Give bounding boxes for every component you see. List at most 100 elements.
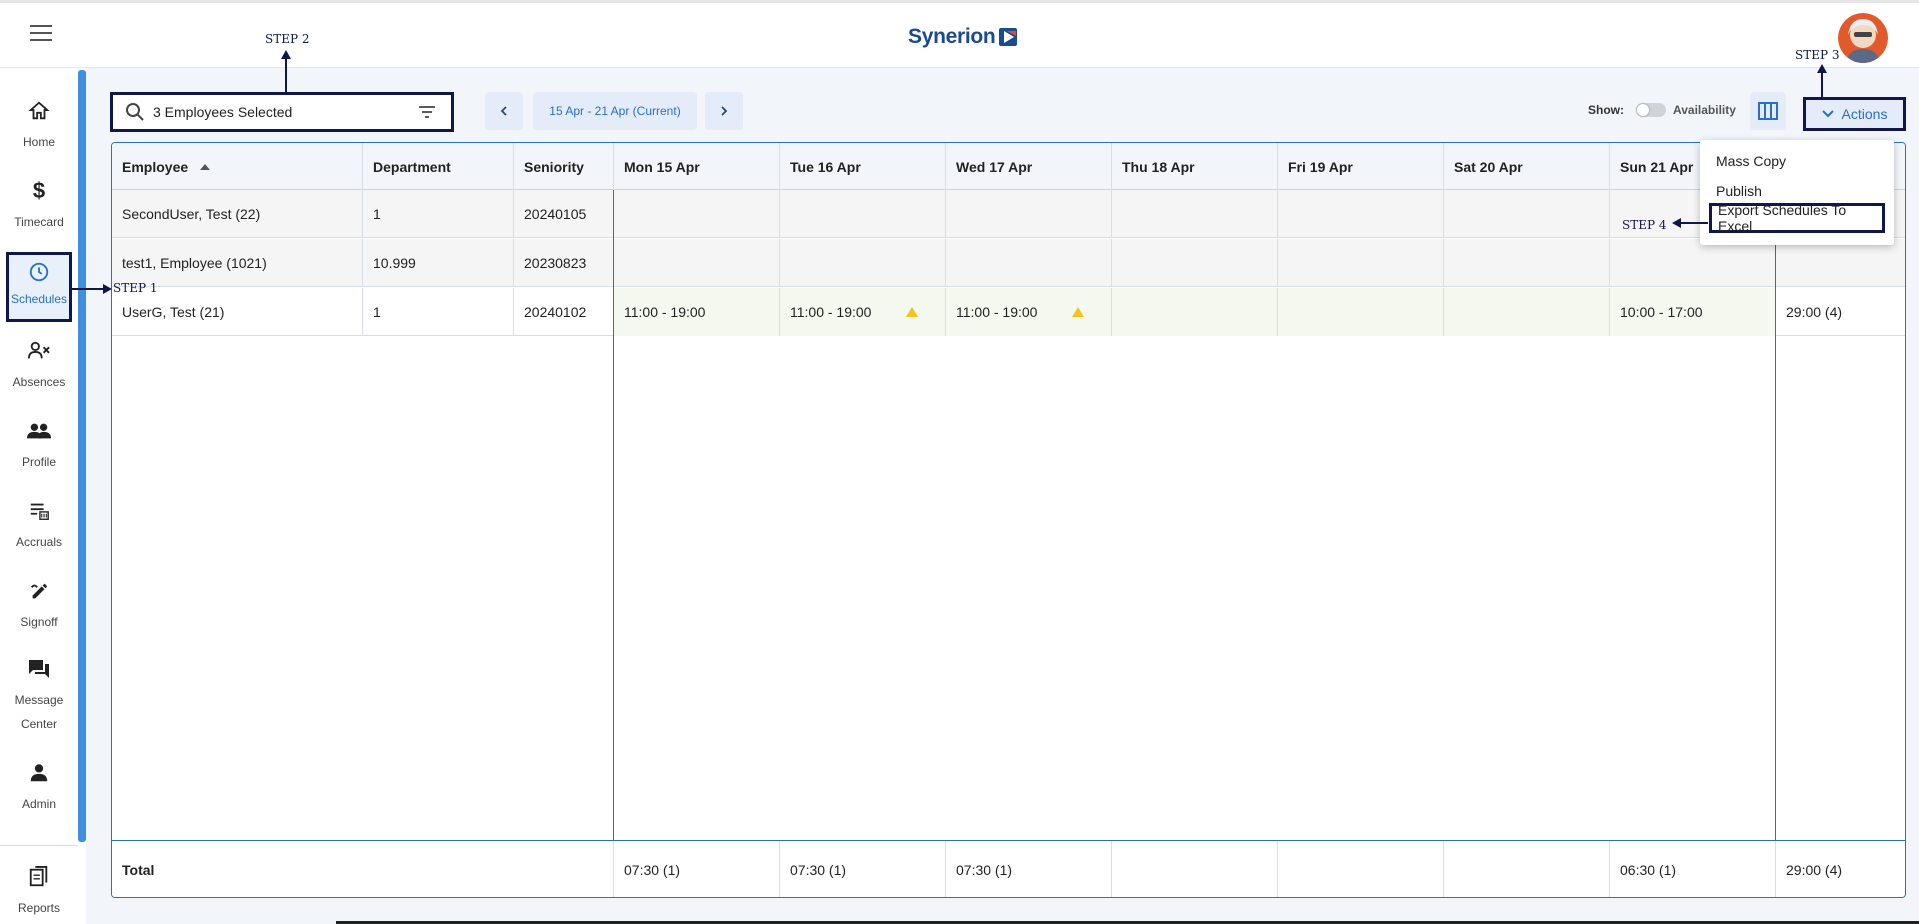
step-1-arrow: [71, 284, 112, 294]
shift-cell[interactable]: [1112, 190, 1278, 238]
sidebar-item-reports[interactable]: Reports: [0, 864, 78, 920]
shift-cell[interactable]: [1444, 288, 1610, 336]
sidebar-item-schedules[interactable]: Schedules: [6, 252, 72, 322]
shift-cell[interactable]: [1278, 288, 1444, 336]
shift-cell[interactable]: [1112, 288, 1278, 336]
clock-icon: [26, 259, 52, 285]
sidebar-scrollbar[interactable]: [78, 70, 86, 842]
column-chooser-button[interactable]: [1750, 92, 1786, 130]
brand-logo: Synerion: [908, 23, 1018, 51]
column-header-day: Fri 19 Apr: [1278, 143, 1444, 190]
table-row[interactable]: test1, Employee (1021) 10.999 20230823: [112, 239, 1905, 287]
sidebar: Home $ Timecard Schedules Absences Profi…: [0, 68, 78, 924]
shift-cell[interactable]: 11:00 - 19:00: [614, 288, 780, 336]
chevron-down-icon: [1821, 110, 1834, 118]
hamburger-menu-icon[interactable]: [30, 25, 54, 43]
shift-cell[interactable]: [1112, 239, 1278, 287]
column-header-label: Thu 18 Apr: [1122, 158, 1195, 175]
step-4-annotation: STEP 4: [1622, 218, 1667, 232]
sidebar-item-home[interactable]: Home: [0, 98, 78, 154]
employee-cell: SecondUser, Test (22): [112, 190, 363, 238]
sidebar-item-timecard[interactable]: $ Timecard: [0, 178, 78, 234]
frozen-column-divider: [613, 190, 614, 840]
table-footer: Total 07:30 (1) 07:30 (1) 07:30 (1) 06:3…: [112, 840, 1905, 897]
day-total-cell: 07:30 (1): [614, 841, 780, 897]
department-cell: 1: [363, 288, 514, 336]
menu-item-publish[interactable]: Publish: [1700, 178, 1894, 204]
shift-cell[interactable]: [1610, 239, 1776, 287]
step-2-annotation: STEP 2: [265, 32, 310, 46]
warning-icon[interactable]: [1072, 307, 1084, 317]
grand-total-cell: 29:00 (4): [1786, 862, 1843, 878]
warning-icon[interactable]: [906, 307, 918, 317]
sidebar-item-label: Reports: [17, 901, 61, 915]
sidebar-item-label-line1: Message: [14, 693, 64, 707]
shift-cell[interactable]: [1278, 190, 1444, 238]
sidebar-item-absences[interactable]: Absences: [0, 338, 78, 394]
menu-item-export-schedules-to-excel[interactable]: Export Schedules To Excel: [1709, 202, 1885, 234]
sidebar-item-admin[interactable]: Admin: [0, 760, 78, 816]
shift-cell[interactable]: [1278, 239, 1444, 287]
column-header-label: Employee: [122, 158, 189, 175]
sidebar-item-label: Admin: [21, 797, 56, 811]
column-header-label: Tue 16 Apr: [790, 158, 861, 175]
shift-time: 11:00 - 19:00: [956, 304, 1038, 320]
column-header-label: Sun 21 Apr: [1620, 158, 1694, 175]
department-cell: 1: [363, 190, 514, 238]
step-3-arrow: [1817, 64, 1827, 98]
accruals-icon: [26, 498, 52, 524]
shift-cell[interactable]: [614, 190, 780, 238]
total-column-divider: [1775, 190, 1776, 840]
shift-cell[interactable]: [946, 239, 1112, 287]
schedule-table: Employee Department Seniority Mon 15 Apr…: [111, 142, 1906, 898]
shift-cell[interactable]: [1444, 190, 1610, 238]
sidebar-item-profile[interactable]: Profile: [0, 418, 78, 474]
brand-flag-icon: [999, 28, 1018, 46]
seniority-cell: 20230823: [514, 239, 614, 287]
sidebar-item-accruals[interactable]: Accruals: [0, 498, 78, 554]
columns-icon: [1758, 102, 1778, 120]
sidebar-item-label: Schedules: [10, 292, 68, 306]
day-total-cell: [1278, 841, 1444, 897]
employee-search-input[interactable]: 3 Employees Selected: [110, 92, 454, 132]
date-range-selector[interactable]: 15 Apr - 21 Apr (Current): [533, 92, 697, 130]
sidebar-item-label-line2: Center: [20, 717, 57, 731]
step-1-annotation: STEP 1: [113, 281, 158, 295]
shift-cell[interactable]: [1444, 239, 1610, 287]
user-avatar[interactable]: [1838, 13, 1888, 63]
next-week-button[interactable]: [705, 92, 743, 130]
table-row[interactable]: UserG, Test (21) 1 20240102 11:00 - 19:0…: [112, 288, 1905, 336]
signoff-icon: [26, 578, 52, 604]
day-total-cell: [1112, 841, 1278, 897]
shift-cell[interactable]: 11:00 - 19:00: [780, 288, 946, 336]
show-label: Show:: [1588, 103, 1624, 117]
shift-cell[interactable]: [614, 239, 780, 287]
home-icon: [26, 98, 52, 124]
column-header-day: Wed 17 Apr: [946, 143, 1112, 190]
sidebar-item-label: Home: [22, 135, 55, 149]
shift-cell[interactable]: [780, 239, 946, 287]
shift-cell[interactable]: [780, 190, 946, 238]
step-3-annotation: STEP 3: [1795, 48, 1840, 62]
shift-cell[interactable]: 10:00 - 17:00: [1610, 288, 1776, 336]
row-total-cell: 29:00 (4): [1786, 304, 1843, 320]
sidebar-item-signoff[interactable]: Signoff: [0, 578, 78, 634]
person-x-icon: [26, 338, 52, 364]
actions-button[interactable]: Actions: [1803, 97, 1906, 131]
day-total-cell: [1444, 841, 1610, 897]
filter-icon[interactable]: [417, 102, 437, 122]
column-header-employee[interactable]: Employee: [112, 143, 363, 190]
menu-item-mass-copy[interactable]: Mass Copy: [1700, 148, 1894, 174]
sidebar-item-message-center[interactable]: Message Center: [0, 656, 78, 736]
column-header-department[interactable]: Department: [363, 143, 514, 190]
previous-week-button[interactable]: [485, 92, 523, 130]
shift-cell[interactable]: 11:00 - 19:00: [946, 288, 1112, 336]
sort-ascending-icon: [200, 163, 211, 170]
availability-toggle[interactable]: [1636, 103, 1666, 117]
column-header-seniority[interactable]: Seniority: [514, 143, 614, 190]
column-header-label: Seniority: [524, 158, 584, 175]
row-total-cell: [1776, 239, 1905, 287]
actions-label: Actions: [1841, 106, 1888, 122]
shift-cell[interactable]: [946, 190, 1112, 238]
chat-icon: [26, 656, 52, 682]
